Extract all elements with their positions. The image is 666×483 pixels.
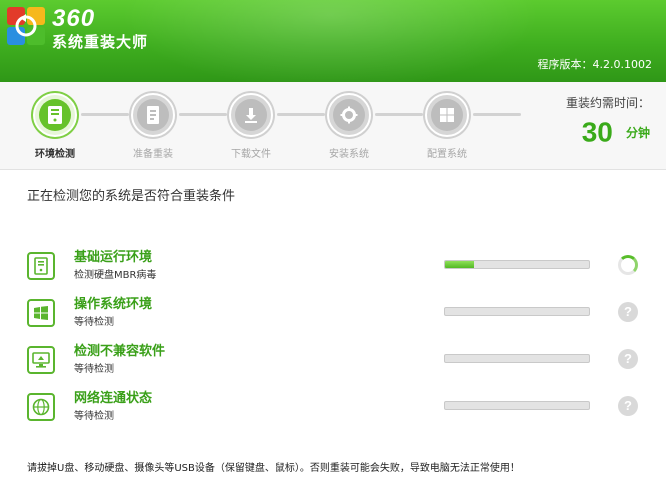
check-status-heading: 正在检测您的系统是否符合重装条件: [27, 189, 236, 204]
step-circle: [229, 93, 273, 137]
step-circle: [33, 93, 77, 137]
brand-name: 360: [52, 5, 96, 32]
help-icon[interactable]: ?: [618, 396, 638, 416]
computer-icon: [27, 252, 55, 280]
step-circle: [425, 93, 469, 137]
estimated-time: 重装约需时间： 30 分钟: [540, 96, 650, 148]
check-item-network-status: 网络连通状态 等待检测 ?: [0, 387, 666, 427]
check-title: 检测不兼容软件: [74, 344, 166, 359]
windows-icon: [27, 299, 55, 327]
step-label: 安装系统: [329, 149, 369, 160]
version-label: 程序版本：4.2.0.1002: [537, 58, 652, 71]
globe-icon: [27, 393, 55, 421]
gear-icon: [340, 106, 358, 124]
check-status: 等待检测: [74, 411, 114, 422]
help-icon[interactable]: ?: [618, 349, 638, 369]
check-item-basic-environment: 基础运行环境 检测硬盘MBR病毒: [0, 246, 666, 286]
step-connector: [375, 113, 423, 116]
check-progress-bar: [444, 260, 590, 269]
estimated-time-title: 重装约需时间：: [565, 96, 650, 110]
360-logo: [7, 7, 45, 45]
step-label: 环境检测: [35, 149, 75, 160]
monitor-icon: [27, 346, 55, 374]
check-status: 检测硬盘MBR病毒: [74, 270, 157, 281]
step-label: 准备重装: [133, 149, 173, 160]
check-item-os-environment: 操作系统环境 等待检测 ?: [0, 293, 666, 333]
windows-icon: [440, 108, 454, 122]
app-header: 360 系统重装大师 程序版本：4.2.0.1002: [0, 0, 666, 82]
check-title: 基础运行环境: [74, 250, 153, 265]
step-circle: [327, 93, 371, 137]
computer-icon: [48, 106, 62, 124]
step-label: 配置系统: [427, 149, 467, 160]
check-progress-bar: [444, 307, 590, 316]
loading-spinner-icon: [618, 255, 638, 275]
estimated-time-unit: 分钟: [625, 125, 650, 140]
check-title: 网络连通状态: [74, 391, 153, 406]
step-connector: [473, 113, 521, 116]
product-name: 系统重装大师: [52, 33, 149, 51]
document-icon: [147, 106, 159, 124]
check-status: 等待检测: [74, 364, 114, 375]
check-progress-fill: [445, 261, 474, 268]
check-progress-bar: [444, 354, 590, 363]
check-status: 等待检测: [74, 317, 114, 328]
step-circle: [131, 93, 175, 137]
check-progress-bar: [444, 401, 590, 410]
header-glow: [120, 0, 540, 82]
check-item-incompatible-software: 检测不兼容软件 等待检测 ?: [0, 340, 666, 380]
step-connector: [277, 113, 325, 116]
step-connector: [81, 113, 129, 116]
step-progress-bar: 环境检测 准备重装 下载文件 安装系统 配置系统 重装约需时间： 30 分钟: [0, 82, 666, 170]
usb-warning-text: 请拔掉U盘、移动硬盘、摄像头等USB设备（保留键盘、鼠标）。否则重装可能会失败，…: [27, 463, 520, 474]
help-icon[interactable]: ?: [618, 302, 638, 322]
download-icon: [245, 108, 257, 123]
check-title: 操作系统环境: [74, 297, 153, 312]
step-connector: [179, 113, 227, 116]
estimated-time-value: 30: [581, 116, 613, 148]
step-label: 下载文件: [231, 149, 271, 160]
